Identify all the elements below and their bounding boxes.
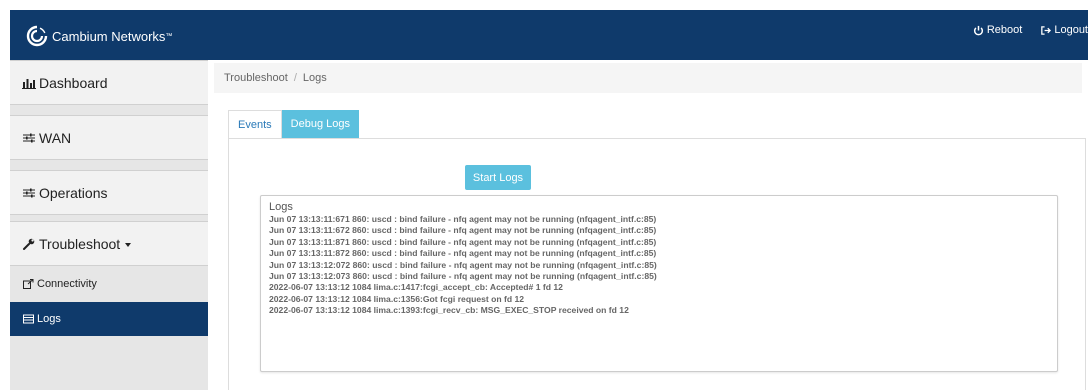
chevron-down-icon: [125, 242, 132, 247]
top-navbar: Cambium Networks ™ Reboot Logout: [10, 10, 1088, 60]
log-output[interactable]: Logs Jun 07 13:13:11:671 860: uscd : bin…: [260, 195, 1058, 372]
sidebar-item-label: Troubleshoot: [39, 235, 121, 252]
app-frame: Cambium Networks ™ Reboot Logout Dashboa…: [10, 10, 1088, 390]
sidebar-item-troubleshoot[interactable]: Troubleshoot: [10, 221, 208, 266]
list-icon: [23, 314, 34, 324]
sidebar-subitem-label: Logs: [37, 313, 61, 325]
log-line: Jun 07 13:13:12:072 860: uscd : bind fai…: [269, 259, 657, 270]
power-icon: [973, 25, 983, 35]
logout-button[interactable]: Logout: [1040, 24, 1088, 36]
sign-out-icon: [1041, 25, 1052, 35]
log-line: Jun 07 13:13:11:671 860: uscd : bind fai…: [269, 214, 657, 224]
tab-events[interactable]: Events: [228, 110, 282, 138]
breadcrumb-parent[interactable]: Troubleshoot: [224, 72, 288, 84]
log-line: Jun 07 13:13:11:871 860: uscd : bind fai…: [269, 236, 657, 247]
logout-label: Logout: [1054, 24, 1088, 36]
sidebar-item-label: Operations: [39, 184, 108, 201]
wrench-icon: [23, 238, 35, 250]
breadcrumb-current: Logs: [302, 72, 327, 84]
sidebar-item-operations[interactable]: Operations: [10, 170, 208, 215]
trademark-mark: ™: [165, 32, 173, 40]
sidebar-subitem-label: Connectivity: [37, 278, 97, 290]
sidebar-item-dashboard[interactable]: Dashboard: [10, 60, 208, 105]
top-actions: Reboot Logout: [973, 24, 1088, 36]
log-line: 2022-06-07 13:13:12 1084 lima.c:1417:fcg…: [269, 282, 563, 293]
main-content: Troubleshoot / Logs Events Debug Logs St…: [208, 60, 1088, 390]
log-tabs: Events Debug Logs: [228, 110, 359, 138]
log-line: 2022-06-07 13:13:12 1084 lima.c:1356:Got…: [269, 293, 525, 304]
log-title: Logs: [269, 201, 293, 213]
sliders-icon: [23, 188, 35, 197]
sidebar-item-label: Dashboard: [39, 74, 108, 91]
start-logs-button[interactable]: Start Logs: [465, 165, 531, 190]
brand[interactable]: Cambium Networks ™: [26, 25, 172, 47]
tab-panel: Start Logs Logs Jun 07 13:13:11:671 860:…: [228, 138, 1086, 390]
breadcrumb: Troubleshoot / Logs: [214, 63, 1082, 93]
sidebar: Dashboard WAN Operations Troubleshoot Co…: [10, 60, 208, 390]
log-line: Jun 07 13:13:11:672 860: uscd : bind fai…: [269, 225, 657, 236]
log-line: Jun 07 13:13:11:872 860: uscd : bind fai…: [269, 248, 657, 259]
sidebar-subitem-logs[interactable]: Logs: [10, 302, 208, 336]
external-link-icon: [23, 279, 34, 289]
reboot-button[interactable]: Reboot: [973, 24, 1022, 36]
sliders-icon: [23, 133, 35, 142]
brand-name: Cambium Networks: [52, 28, 166, 44]
tab-debug-logs[interactable]: Debug Logs: [281, 110, 359, 138]
reboot-label: Reboot: [986, 24, 1023, 36]
breadcrumb-separator: /: [293, 72, 297, 84]
sidebar-subitem-connectivity[interactable]: Connectivity: [10, 267, 208, 301]
bar-chart-icon: [22, 78, 36, 89]
log-line: 2022-06-07 13:13:12 1084 lima.c:1393:fcg…: [269, 305, 629, 316]
cambium-logo-icon: [26, 25, 48, 47]
log-line: Jun 07 13:13:12:073 860: uscd : bind fai…: [269, 271, 657, 282]
sidebar-item-wan[interactable]: WAN: [10, 115, 208, 160]
sidebar-item-label: WAN: [39, 129, 72, 146]
